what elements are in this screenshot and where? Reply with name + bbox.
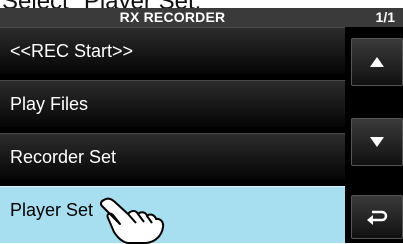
rx-recorder-screen: RX RECORDER 1/1 <<REC Start>> Play Files… xyxy=(0,8,403,243)
title-bar: RX RECORDER 1/1 xyxy=(0,8,403,27)
scroll-up-button[interactable] xyxy=(351,38,403,86)
pointing-hand-icon xyxy=(99,197,165,244)
menu-item-recorder-set[interactable]: Recorder Set xyxy=(0,133,345,180)
menu-item-label: Recorder Set xyxy=(10,147,117,167)
page-indicator: 1/1 xyxy=(375,9,395,25)
up-arrow-icon xyxy=(370,57,384,67)
menu-item-play-files[interactable]: Play Files xyxy=(0,80,345,127)
scroll-down-button[interactable] xyxy=(351,118,403,166)
return-icon xyxy=(367,210,388,225)
screen-title: RX RECORDER xyxy=(119,9,226,25)
return-button[interactable] xyxy=(351,195,403,239)
menu-item-label: <<REC Start>> xyxy=(10,41,134,61)
menu-item-label: Player Set xyxy=(10,200,94,220)
menu-item-label: Play Files xyxy=(10,94,89,114)
down-arrow-icon xyxy=(370,137,384,147)
menu-item-rec-start[interactable]: <<REC Start>> xyxy=(0,27,345,74)
